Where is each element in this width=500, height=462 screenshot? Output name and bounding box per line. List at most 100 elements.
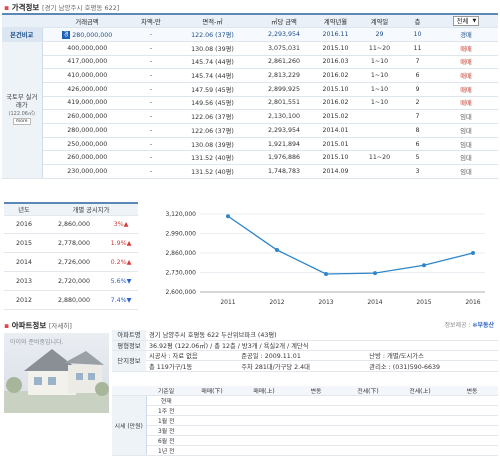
- cell-diff: -: [132, 150, 170, 166]
- cell-diff: -: [132, 55, 170, 70]
- cell-floor: 6: [401, 68, 434, 83]
- price-cell: 2,720,000: [44, 271, 104, 292]
- price-cell: 2,778,000: [44, 233, 104, 254]
- year-cell: 2014: [4, 252, 44, 273]
- cell-day: 11~20: [358, 41, 401, 56]
- cell-per-m2: 2,293,954: [255, 27, 313, 42]
- change-cell: 3%▲: [104, 215, 138, 235]
- cell-area: 122.06 (37평): [170, 27, 255, 42]
- data-point: [324, 272, 328, 276]
- official-price-row: 2013 2,720,000 5.6%▼: [4, 271, 138, 292]
- market-quote-table: 기준일 매매(下) 매매(上) 변동 전세(下) 전세(上) 변동 시세 (만원…: [112, 386, 498, 456]
- arrow-down-icon: ▼: [126, 277, 132, 285]
- quote-cell: [238, 415, 290, 426]
- quote-cell: [446, 415, 498, 426]
- quote-date: 현재: [146, 395, 186, 406]
- cell-ym: 2014.01: [313, 123, 358, 138]
- x-tick-label: 2014: [367, 299, 382, 306]
- quote-cell: [394, 445, 446, 456]
- cell-amount: 410,000,000: [42, 68, 132, 83]
- cell-type: 임대: [434, 164, 498, 179]
- apt-info-table: 아파트명 경기 남양주시 호평동 622 두산위브파크 (43평) 평형정보 3…: [112, 330, 498, 372]
- quote-row: 1년 전: [112, 445, 498, 456]
- info-source: 정보제공 : ✻부동산: [444, 322, 494, 329]
- completion-date: 준공일 : 2009.11.01: [238, 350, 367, 362]
- cell-per-m2: 2,813,229: [255, 68, 313, 83]
- line-chart: 3,120,000 2,990,000 2,860,000 2,730,000 2,60…: [165, 211, 485, 306]
- more-button[interactable]: more: [12, 118, 31, 126]
- quote-cell: [238, 435, 290, 446]
- cell-amount: 260,000,000: [42, 150, 132, 166]
- cell-per-m2: 2,801,551: [255, 96, 313, 111]
- data-point: [373, 271, 377, 276]
- cell-ym: 2014.09: [313, 164, 358, 179]
- change-cell: 0.2%▲: [104, 252, 138, 273]
- cell-floor: 6: [401, 137, 434, 152]
- type-filter-select[interactable]: 전체 ▼: [452, 16, 480, 27]
- cell-area: 131.52 (40평): [170, 164, 255, 179]
- price-row: 260,000,000-131.52 (40평) 1,976,886 2015.10…: [2, 150, 498, 166]
- cell-floor: 2: [401, 96, 434, 111]
- cell-diff: -: [132, 109, 170, 124]
- base-compare-row: 본건비교 경 280,000,000-122.06 (37평) 2,293,954 20…: [2, 27, 498, 42]
- cell-area: 131.52 (40평): [170, 150, 255, 166]
- quote-date: 1월 전: [146, 415, 186, 426]
- quote-cell: [394, 405, 446, 416]
- quote-cell: [290, 415, 342, 426]
- cell-type: 임대: [434, 150, 498, 166]
- quote-cell: [186, 405, 238, 416]
- quote-cell: [290, 395, 342, 406]
- cell-amount: 426,000,000: [42, 82, 132, 97]
- cell-area: 122.06 (37평): [170, 123, 255, 138]
- data-point: [226, 214, 230, 219]
- cell-per-m2: 2,861,260: [255, 55, 313, 70]
- quote-cell: [394, 425, 446, 436]
- quote-cell: [342, 415, 394, 426]
- heating: 난방 : 개별/도시가스: [366, 350, 498, 362]
- price-cell: 2,726,000: [44, 252, 104, 273]
- cell-diff: -: [132, 82, 170, 97]
- price-row: 국토부 실거래가 (122.06㎡) more 400,000,000-130.08 …: [2, 41, 498, 179]
- y-tick-label: 2,730,000: [165, 270, 196, 277]
- quote-cell: [446, 405, 498, 416]
- cell-ym: 2016.02: [313, 96, 358, 111]
- cell-ym: 2016.02: [313, 68, 358, 83]
- cell-area: 149.56 (45평): [170, 96, 255, 111]
- official-price-row: 2015 2,778,000 1.9%▲: [4, 233, 138, 254]
- apt-size-info: 36.92평 (122.06㎡) / 총 12층 / 방3개 / 욕실2개 / …: [146, 340, 498, 352]
- cell-day: [358, 109, 401, 124]
- cell-type: 매매: [434, 68, 498, 83]
- x-tick-label: 2016: [465, 299, 480, 306]
- price-cell: 2,880,000: [44, 290, 104, 310]
- header-year: 년도: [4, 202, 44, 216]
- cell-area: 130.08 (39평): [170, 41, 255, 56]
- year-cell: 2013: [4, 271, 44, 292]
- quote-cell: [238, 395, 290, 406]
- quote-cell: [186, 425, 238, 436]
- realestate-logo: ✻부동산: [472, 322, 494, 329]
- cell-ym: 2015.10: [313, 82, 358, 97]
- cell-day: 1~10: [358, 68, 401, 83]
- quote-cell: [290, 435, 342, 446]
- cell-amount: 417,000,000: [42, 55, 132, 70]
- cell-day: [358, 123, 401, 138]
- quote-cell: [238, 445, 290, 456]
- cell-day: 1~10: [358, 96, 401, 111]
- header-per-m2: ㎡당 금액: [255, 13, 313, 29]
- price-table: 거래금액 차액-만 면적-㎡ ㎡당 금액 계약년월 계약일 층 전체 ▼ 본건비…: [2, 13, 498, 179]
- y-tick-label: 2,860,000: [165, 250, 196, 257]
- quote-cell: [394, 415, 446, 426]
- quote-cell: [290, 445, 342, 456]
- quote-date: 1년 전: [146, 445, 186, 456]
- quote-cell: [394, 435, 446, 446]
- price-row: 280,000,000-122.06 (37평) 2,293,954 2014.01…: [2, 123, 498, 138]
- year-cell: 2016: [4, 215, 44, 235]
- cell-ym: 2015.10: [313, 41, 358, 56]
- cell-diff: -: [132, 96, 170, 111]
- cell-per-m2: 1,748,783: [255, 164, 313, 179]
- cell-per-m2: 1,976,886: [255, 150, 313, 166]
- detail-link[interactable]: [자세히]: [49, 322, 72, 330]
- chevron-down-icon: ▼: [472, 18, 477, 25]
- quote-cell: [186, 395, 238, 406]
- cell-day: [358, 164, 401, 179]
